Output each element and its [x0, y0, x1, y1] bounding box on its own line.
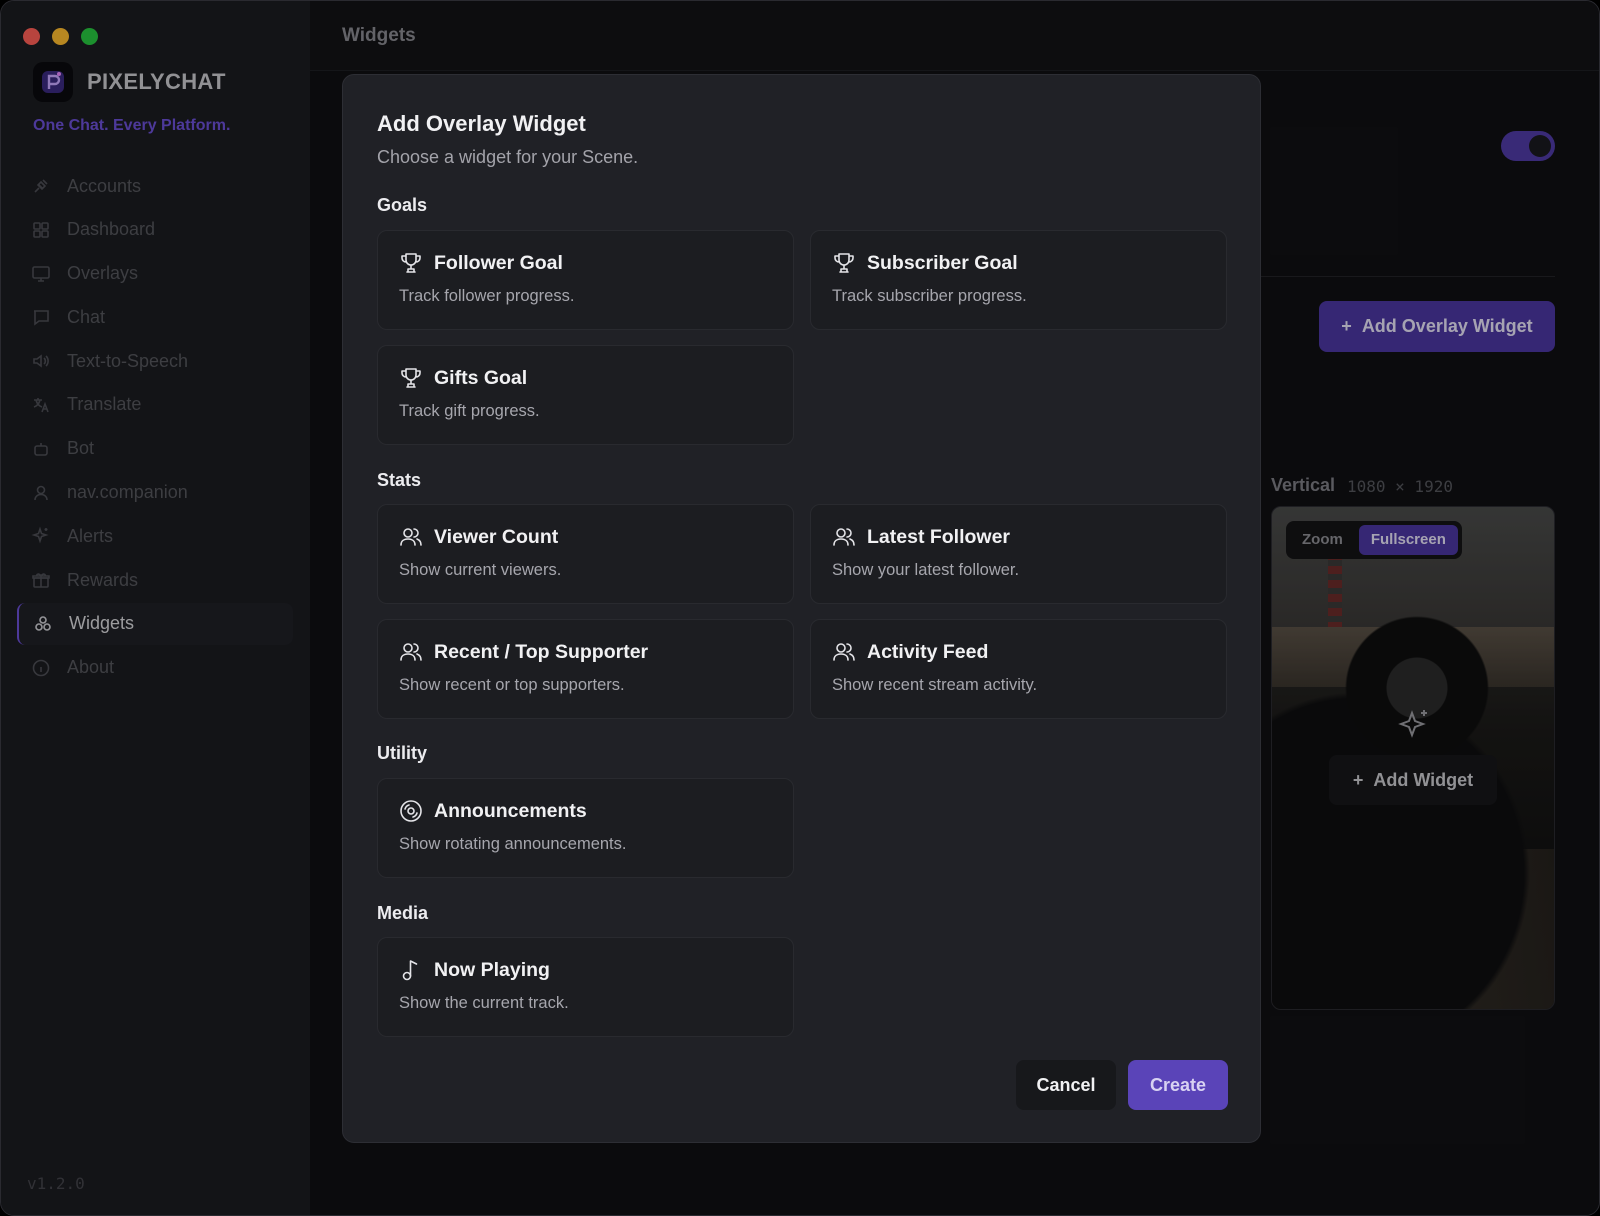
widget-card-title: Activity Feed	[867, 641, 989, 663]
widget-card-title: Viewer Count	[434, 526, 559, 548]
disc-icon	[398, 798, 424, 824]
trophy-icon	[398, 250, 424, 276]
widget-card-desc: Track subscriber progress.	[832, 287, 1027, 305]
music-note-icon	[398, 957, 424, 983]
users-icon	[398, 524, 424, 550]
widget-card-recent-top-supporter[interactable]: Recent / Top Supporter Show recent or to…	[377, 619, 794, 719]
widget-card-desc: Track gift progress.	[399, 402, 540, 420]
widget-card-subscriber-goal[interactable]: Subscriber Goal Track subscriber progres…	[810, 230, 1227, 330]
widget-card-gifts-goal[interactable]: Gifts Goal Track gift progress.	[377, 345, 794, 445]
section-label-goals: Goals	[377, 195, 428, 215]
widget-card-title: Recent / Top Supporter	[434, 641, 649, 663]
widget-card-now-playing[interactable]: Now Playing Show the current track.	[377, 937, 794, 1037]
app-window: PIXELYCHAT One Chat. Every Platform. Acc…	[0, 0, 1600, 1216]
widget-card-title: Gifts Goal	[434, 367, 528, 389]
users-icon	[398, 639, 424, 665]
widget-card-latest-follower[interactable]: Latest Follower Show your latest followe…	[810, 504, 1227, 604]
widget-card-desc: Show current viewers.	[399, 561, 562, 579]
widget-card-title: Follower Goal	[434, 252, 563, 274]
widget-card-title: Subscriber Goal	[867, 252, 1018, 274]
widget-card-title: Announcements	[434, 800, 587, 822]
cancel-button[interactable]: Cancel	[1016, 1060, 1116, 1110]
widget-card-desc: Show recent or top supporters.	[399, 676, 625, 694]
widget-card-announcements[interactable]: Announcements Show rotating announcement…	[377, 778, 794, 878]
widget-card-title: Latest Follower	[867, 526, 1011, 548]
widget-card-title: Now Playing	[434, 959, 550, 981]
users-icon	[831, 524, 857, 550]
widget-card-desc: Show your latest follower.	[832, 561, 1020, 579]
section-label-media: Media	[377, 903, 429, 923]
widget-card-desc: Show recent stream activity.	[832, 676, 1038, 694]
widget-card-activity-feed[interactable]: Activity Feed Show recent stream activit…	[810, 619, 1227, 719]
widget-card-desc: Show rotating announcements.	[399, 835, 627, 853]
section-label-utility: Utility	[377, 743, 428, 763]
widget-card-follower-goal[interactable]: Follower Goal Track follower progress.	[377, 230, 794, 330]
widget-card-viewer-count[interactable]: Viewer Count Show current viewers.	[377, 504, 794, 604]
widget-card-desc: Track follower progress.	[399, 287, 575, 305]
trophy-icon	[398, 365, 424, 391]
dialog-title: Add Overlay Widget	[377, 111, 586, 136]
section-label-stats: Stats	[377, 470, 422, 490]
dialog-subtitle: Choose a widget for your Scene.	[377, 147, 639, 167]
trophy-icon	[831, 250, 857, 276]
widget-card-desc: Show the current track.	[399, 994, 569, 1012]
add-overlay-widget-dialog: Add Overlay Widget Choose a widget for y…	[342, 74, 1261, 1143]
users-icon	[831, 639, 857, 665]
create-button[interactable]: Create	[1128, 1060, 1228, 1110]
